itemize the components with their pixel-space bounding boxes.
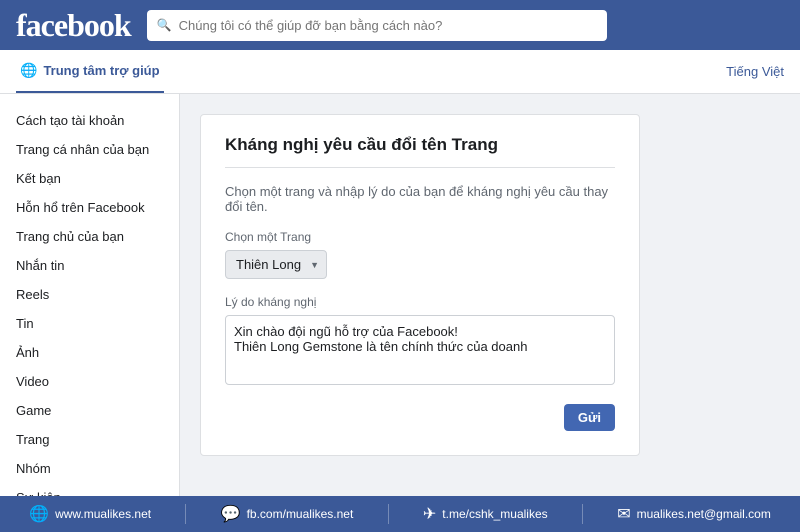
reason-label: Lý do kháng nghị [225,295,615,309]
sidebar-item[interactable]: Game [0,396,179,425]
telegram-icon: ✈ [423,504,436,524]
form-actions: Gửi [225,404,615,431]
sidebar-item[interactable]: Kết bạn [0,164,179,193]
sidebar-item[interactable]: Ảnh [0,338,179,367]
page-select-label: Chọn một Trang [225,230,615,244]
sidebar-item[interactable]: Cách tạo tài khoản [0,106,179,135]
divider [582,504,583,524]
divider [185,504,186,524]
search-bar[interactable]: 🔍 [147,10,607,41]
sidebar-item[interactable]: Tin [0,309,179,338]
search-input[interactable] [147,10,607,41]
bottom-bar-item-fb: 💬 fb.com/mualikes.net [221,504,354,524]
form-title: Kháng nghị yêu cầu đổi tên Trang [225,135,615,168]
page-select-wrap: Chọn một Trang Thiên Long [225,230,615,279]
fb-label: fb.com/mualikes.net [247,507,354,521]
sidebar-item[interactable]: Trang [0,425,179,454]
sidebar-item[interactable]: Trang cá nhân của bạn [0,135,179,164]
page-select-wrapper[interactable]: Thiên Long [225,250,327,279]
main-layout: Cách tạo tài khoảnTrang cá nhân của bạnK… [0,94,800,496]
sub-header: 🌐 Trung tâm trợ giúp Tiếng Việt [0,50,800,94]
sidebar-item[interactable]: Nhóm [0,454,179,483]
bottom-bar: 🌐 www.mualikes.net 💬 fb.com/mualikes.net… [0,496,800,532]
globe-icon: 🌐 [29,504,49,524]
sidebar: Cách tạo tài khoảnTrang cá nhân của bạnK… [0,94,180,496]
form-card: Kháng nghị yêu cầu đổi tên Trang Chọn mộ… [200,114,640,456]
globe-icon: 🌐 [20,62,37,79]
divider [388,504,389,524]
website-label: www.mualikes.net [55,507,151,521]
sidebar-item[interactable]: Video [0,367,179,396]
form-description: Chọn một trang và nhập lý do của bạn để … [225,184,615,214]
facebook-icon: 💬 [221,504,241,524]
header: facebook 🔍 [0,0,800,50]
help-center-nav[interactable]: 🌐 Trung tâm trợ giúp [16,50,164,93]
page-select[interactable]: Thiên Long [225,250,327,279]
email-label: mualikes.net@gmail.com [637,507,771,521]
sidebar-item[interactable]: Trang chủ của bạn [0,222,179,251]
bottom-bar-item-email: ✉ mualikes.net@gmail.com [617,504,771,524]
content-area: Kháng nghị yêu cầu đổi tên Trang Chọn mộ… [180,94,800,496]
sidebar-item[interactable]: Reels [0,280,179,309]
reason-textarea[interactable]: Xin chào đội ngũ hỗ trợ của Facebook! Th… [225,315,615,385]
email-icon: ✉ [617,504,630,524]
facebook-logo: facebook [16,7,131,44]
submit-button[interactable]: Gửi [564,404,615,431]
bottom-bar-item-telegram: ✈ t.me/cshk_mualikes [423,504,548,524]
search-icon: 🔍 [157,18,172,32]
bottom-bar-item-website: 🌐 www.mualikes.net [29,504,151,524]
sidebar-item[interactable]: Sự kiện [0,483,179,496]
reason-wrap: Lý do kháng nghị Xin chào đội ngũ hỗ trợ… [225,295,615,388]
sidebar-item[interactable]: Nhắn tin [0,251,179,280]
language-selector[interactable]: Tiếng Việt [726,64,784,79]
sidebar-item[interactable]: Hỗn hổ trên Facebook [0,193,179,222]
telegram-label: t.me/cshk_mualikes [442,507,547,521]
help-center-label: Trung tâm trợ giúp [43,63,159,78]
